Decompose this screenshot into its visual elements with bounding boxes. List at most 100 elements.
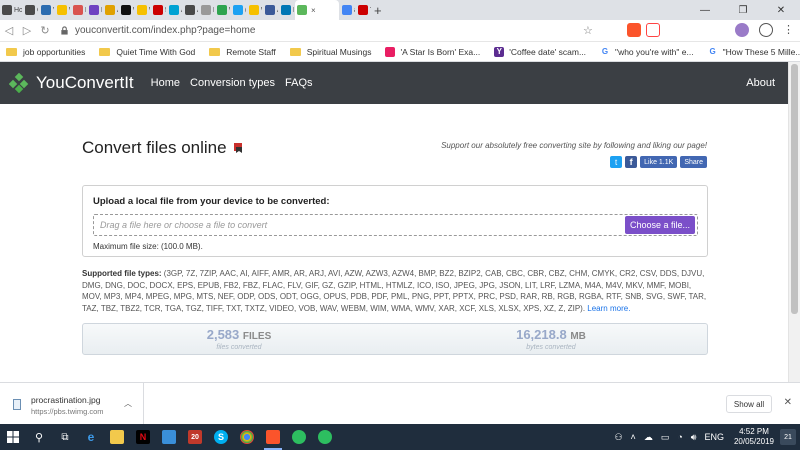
facebook-icon[interactable]: f <box>625 156 638 168</box>
tab-title: adv <box>354 7 355 14</box>
taskbar-file-explorer[interactable] <box>104 424 130 450</box>
bookmark-item[interactable]: job opportunities <box>6 47 85 57</box>
main-content: Convert files online Support our absolut… <box>0 104 788 382</box>
bookmark-label: Quiet Time With God <box>116 46 196 57</box>
page-scrollbar[interactable] <box>788 62 800 382</box>
bookmark-item[interactable]: Remote Staff <box>209 47 276 57</box>
show-hidden-icons[interactable]: ˄ <box>631 432 636 442</box>
taskbar-badge-app[interactable]: 20 <box>182 424 208 450</box>
menu-icon[interactable]: ⋮ <box>783 23 794 36</box>
browser-tab[interactable]: Ag <box>167 0 182 20</box>
stat-files-unit: FILES <box>242 331 272 342</box>
facebook-like-button[interactable]: Like 1.1K <box>640 156 678 168</box>
notification-center-button[interactable]: 21 <box>780 429 796 445</box>
nav-conversion-types-link[interactable]: Conversion types <box>190 77 275 89</box>
scrollbar-thumb[interactable] <box>791 64 798 314</box>
onedrive-icon[interactable]: ☁ <box>644 432 653 443</box>
site-logo[interactable]: YouConvertIt <box>9 73 146 93</box>
taskbar-chrome[interactable] <box>234 424 260 450</box>
bookmark-item[interactable]: G "How These 5 Mille... <box>707 46 800 57</box>
browser-tab[interactable]: A p <box>103 0 118 20</box>
account-icon[interactable] <box>759 23 773 37</box>
tab-favicon-icon <box>105 5 115 15</box>
browser-tab[interactable]: Loc <box>71 0 86 20</box>
close-download-shelf-button[interactable]: ✕ <box>784 397 792 408</box>
learn-more-link[interactable]: Learn more. <box>587 304 630 313</box>
browser-tab[interactable]: Co <box>23 0 38 20</box>
brave-rewards-icon[interactable] <box>646 23 660 37</box>
bookmark-star-icon[interactable]: ☆ <box>583 24 593 37</box>
reload-icon[interactable]: ↻ <box>36 20 54 42</box>
back-icon[interactable]: ◁ <box>0 20 18 42</box>
taskbar-netflix[interactable]: N <box>130 424 156 450</box>
browser-tab[interactable]: Wr <box>215 0 230 20</box>
facebook-share-button[interactable]: Share <box>680 156 707 168</box>
bookmark-item[interactable]: Y 'Coffee date' scam... <box>494 46 586 57</box>
bookmark-item[interactable]: Spiritual Musings <box>289 47 371 57</box>
nav-home-link[interactable]: Home <box>151 77 180 89</box>
windows-taskbar: ⚲ ⧉ e N 20 S ⚇ ˄ ☁ ▭ ◔ 🔊︎ ENG 4:52 PM 20… <box>0 424 800 450</box>
choose-file-button[interactable]: Choose a file... <box>625 216 695 234</box>
battery-icon[interactable]: ▭ <box>661 432 670 443</box>
tab-favicon-icon <box>233 5 243 15</box>
browser-tab[interactable]: Ho <box>0 0 22 20</box>
browser-tab[interactable]: Wh <box>119 0 134 20</box>
close-tab-icon[interactable]: × <box>311 6 316 15</box>
bookmark-item[interactable]: G "who you're with" e... <box>600 46 694 57</box>
taskbar-brave[interactable] <box>260 424 286 450</box>
tab-favicon-icon <box>185 5 195 15</box>
people-icon[interactable]: ⚇ <box>614 432 622 443</box>
tab-title: Wr <box>261 7 262 14</box>
browser-tab[interactable]: 5 ( <box>151 0 166 20</box>
minimize-button[interactable]: — <box>686 0 724 20</box>
upload-panel: Upload a local file from your device to … <box>82 185 708 257</box>
browser-tab[interactable]: adv <box>340 0 355 20</box>
browser-tab[interactable]: Lin <box>279 0 294 20</box>
brave-shield-icon[interactable] <box>627 23 641 37</box>
forward-icon[interactable]: ▷ <box>18 20 36 42</box>
tab-favicon-icon <box>281 5 291 15</box>
browser-tab[interactable]: Thi <box>356 0 371 20</box>
file-drop-zone[interactable]: Drag a file here or choose a file to con… <box>93 214 698 236</box>
close-window-button[interactable]: ✕ <box>762 0 800 20</box>
volume-icon[interactable]: 🔊︎ <box>691 432 697 443</box>
start-button[interactable] <box>0 424 26 450</box>
browser-tab[interactable]: Ab <box>183 0 198 20</box>
taskbar-skype[interactable]: S <box>208 424 234 450</box>
chevron-up-icon[interactable]: ︿ <box>124 398 132 409</box>
bookmark-favicon-icon: G <box>707 46 718 57</box>
edge-icon: e <box>87 430 95 444</box>
tab-title: Wr <box>69 7 70 14</box>
netflix-icon: N <box>136 430 150 444</box>
browser-tab[interactable]: (*) <box>231 0 246 20</box>
clock[interactable]: 4:52 PM 20/05/2019 <box>734 427 774 447</box>
language-indicator[interactable]: ENG <box>704 432 724 442</box>
taskbar-store[interactable] <box>156 424 182 450</box>
browser-tab[interactable]: Eye <box>199 0 214 20</box>
search-button[interactable]: ⚲ <box>26 424 52 450</box>
browser-tab[interactable]: Vie <box>39 0 54 20</box>
taskbar-edge[interactable]: e <box>78 424 104 450</box>
browser-tab[interactable]: Wr <box>247 0 262 20</box>
nav-about-link[interactable]: About <box>746 77 775 89</box>
url-field[interactable]: youconvertit.com/index.php?page=home <box>60 22 460 40</box>
show-all-button[interactable]: Show all <box>726 395 772 413</box>
stat-bytes-value: 16,218.8 <box>516 327 567 342</box>
twitter-icon[interactable]: t <box>610 156 623 168</box>
browser-tab[interactable]: Fre <box>87 0 102 20</box>
nav-faqs-link[interactable]: FAQs <box>285 77 313 89</box>
browser-tab[interactable]: Wr <box>135 0 150 20</box>
browser-tab[interactable]: Wr <box>55 0 70 20</box>
maximize-button[interactable]: ❐ <box>724 0 762 20</box>
extension-icon[interactable] <box>735 23 749 37</box>
task-view-button[interactable]: ⧉ <box>52 424 78 450</box>
network-icon[interactable]: ◔ <box>677 432 682 442</box>
new-tab-button[interactable]: + <box>374 3 388 18</box>
active-browser-tab[interactable]: × <box>295 0 339 20</box>
taskbar-evernote-2[interactable] <box>312 424 338 450</box>
bookmark-item[interactable]: Quiet Time With God <box>99 47 195 57</box>
bookmark-item[interactable]: 'A Star Is Born' Exa... <box>385 46 480 57</box>
browser-tab[interactable]: An <box>263 0 278 20</box>
download-item[interactable]: procrastination.jpg https://pbs.twimg.co… <box>0 383 144 425</box>
taskbar-evernote-1[interactable] <box>286 424 312 450</box>
